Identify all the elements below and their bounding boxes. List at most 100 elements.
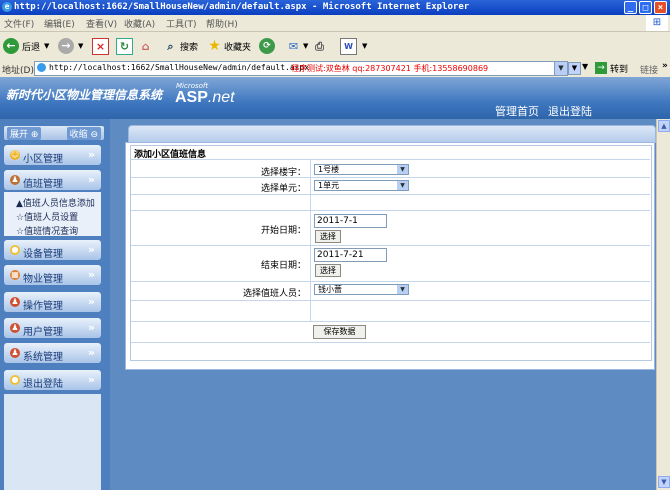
chevron-down-icon: ▼ [303,42,309,50]
smiley-icon: ☺ [10,150,20,160]
staff-select[interactable]: 钱小蔷 ▼ [314,284,409,295]
address-note: 程序测试:双鱼林 qq:287307421 手机:13558690869 [291,64,489,73]
back-button[interactable]: ← 后退 ▼ [3,36,49,56]
unit-value: 1单元 [318,181,340,190]
search-icon: ⌕ [167,39,174,53]
divider [131,300,650,301]
close-icon[interactable]: × [654,1,667,14]
word-icon: W [340,37,357,55]
submenu-duty-query[interactable]: ☆值班情况查询 [16,224,78,237]
home-icon: ⌂ [141,39,150,53]
building-value: 1号楼 [318,165,340,174]
chevron-double-right-icon: » [87,148,95,161]
print-icon: ⎙ [315,39,324,53]
back-arrow-icon: ← [3,38,19,54]
menu-file[interactable]: 文件(F) [4,17,34,30]
mail-button[interactable]: ✉ ▼ [286,36,309,56]
sidebar-item-equipment[interactable]: ● 设备管理 » [4,240,101,260]
start-date-input[interactable]: 2011-7-1 [314,214,387,228]
mail-icon: ✉ [288,39,299,53]
menu-view[interactable]: 查看(V) [86,17,117,30]
sidebar-item-label: 退出登陆 [23,379,63,390]
app-title: 新时代小区物业管理信息系统 [6,88,163,102]
end-date-choose-button[interactable]: 选择 [315,264,341,277]
chevron-down-icon: ▼ [362,42,368,50]
stop-icon: × [92,37,109,55]
sidebar-item-users[interactable]: ♟ 用户管理 » [4,318,101,338]
back-label: 后退 [22,42,41,53]
minimize-icon[interactable]: _ [624,1,637,14]
chevron-down-icon: ▼ [397,181,408,190]
sidebar-item-duty[interactable]: ♟ 值班管理 » [4,170,101,190]
menu-favorites[interactable]: 收藏(A) [124,17,155,30]
stop-button[interactable]: × [92,36,109,56]
refresh-icon: ↻ [116,37,133,55]
scroll-down-icon[interactable]: ▼ [658,476,670,488]
vertical-scrollbar[interactable]: ▲ ▼ [656,119,670,490]
sidebar-item-label: 物业管理 [23,274,63,285]
collapse-label: 收缩 [69,130,88,140]
submenu-duty-staff[interactable]: ☆值班人员设置 [16,210,78,223]
chevron-down-icon[interactable]: ▼ [554,62,567,75]
address-menu-icon[interactable]: ▼ [582,62,588,71]
menu-help[interactable]: 帮助(H) [206,17,238,30]
sidebar-item-label: 操作管理 [23,301,63,312]
building-select[interactable]: 1号楼 ▼ [314,164,409,175]
logout-link[interactable]: 退出登陆 [548,103,592,119]
sidebar-item-label: 值班管理 [23,179,63,190]
edit-button[interactable]: W ▼ [340,36,367,56]
page-icon [37,63,46,72]
search-button[interactable]: ⌕ 搜索 [163,36,198,56]
staff-value: 钱小蔷 [318,285,342,294]
start-date-choose-button[interactable]: 选择 [315,230,341,243]
chevron-down-icon: ▼ [397,285,408,294]
save-button[interactable]: 保存数据 [313,325,366,339]
menu-tools[interactable]: 工具(T) [166,17,197,30]
expand-label: 展开 [10,130,29,140]
go-button[interactable]: → 转到 [595,61,628,75]
sidebar-item-operations[interactable]: ♟ 操作管理 » [4,292,101,312]
favorites-label: 收藏夹 [224,42,252,53]
sidebar-item-system[interactable]: ♟ 系统管理 » [4,343,101,363]
duty-submenu: ▲值班人员信息添加 ☆值班人员设置 ☆值班情况查询 [4,192,101,237]
refresh-button[interactable]: ↻ [116,36,133,56]
admin-home-link[interactable]: 管理首页 [495,103,539,119]
unit-label: 选择单元： [260,184,306,194]
chevron-down-icon: ▼ [78,42,84,50]
submenu-add-duty[interactable]: ▲值班人员信息添加 [16,196,95,209]
history-button[interactable]: ⟳ [259,36,275,56]
users-icon: ♟ [10,297,20,307]
address-input[interactable]: http://localhost:1662/SmallHouseNew/admi… [34,61,568,76]
favorites-button[interactable]: ★ 收藏夹 [207,36,251,56]
window-title: http://localhost:1662/SmallHouseNew/admi… [14,2,470,12]
address-url: http://localhost:1662/SmallHouseNew/admi… [49,63,310,72]
divider [131,210,650,211]
menu-bar: 文件(F) 编辑(E) 查看(V) 收藏(A) 工具(T) 帮助(H) ⊞ [0,15,670,32]
menu-edit[interactable]: 编辑(E) [44,17,75,30]
unit-select[interactable]: 1单元 ▼ [314,180,409,191]
go-arrow-icon: → [595,62,607,74]
sidebar-item-property[interactable]: ▦ 物业管理 » [4,265,101,285]
collapse-button[interactable]: 收缩 ⊖ [66,127,101,140]
sidebar-toggle-bar: 展开 ⊕ 收缩 ⊖ [4,126,104,140]
address-dropdown-icon[interactable]: ▼ [568,62,581,75]
users-icon: ♟ [10,323,20,333]
scroll-up-icon[interactable]: ▲ [658,120,670,132]
forward-button[interactable]: → ▼ [58,36,83,56]
address-bar: 地址(D) http://localhost:1662/SmallHouseNe… [0,60,670,78]
home-button[interactable]: ⌂ [138,36,153,56]
end-date-input[interactable]: 2011-7-21 [314,248,387,262]
sidebar-item-logout[interactable]: ● 退出登陆 » [4,370,101,390]
print-button[interactable]: ⎙ [312,36,327,56]
chevron-right-icon[interactable]: » [662,61,668,71]
links-label[interactable]: 链接 [640,63,658,76]
ie-icon: e [2,2,12,12]
search-label: 搜索 [180,42,199,53]
chevron-double-right-icon: » [87,346,95,359]
logo-asp: ASP [175,89,208,106]
maximize-icon[interactable]: □ [639,1,652,14]
expand-button[interactable]: 展开 ⊕ [7,127,42,140]
divider [131,321,650,322]
sidebar-item-community[interactable]: ☺ 小区管理 » [4,145,101,165]
star-icon: ★ [208,37,221,54]
